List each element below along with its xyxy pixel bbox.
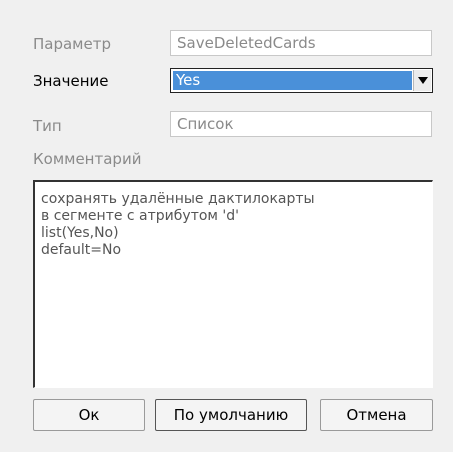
comment-label: Комментарий: [33, 150, 142, 168]
value-select-current[interactable]: Yes: [173, 71, 412, 90]
ok-button[interactable]: Ок: [33, 399, 145, 431]
comment-line: list(Yes,No): [41, 225, 119, 241]
value-select[interactable]: Yes: [170, 68, 433, 93]
type-label: Тип: [33, 117, 62, 135]
value-label: Значение: [33, 72, 109, 90]
parameter-label: Параметр: [33, 35, 111, 53]
comment-line: default=No: [41, 242, 122, 258]
default-button[interactable]: По умолчанию: [155, 399, 307, 431]
parameter-dialog: Параметр SaveDeletedCards Значение Yes Т…: [0, 0, 453, 452]
comment-line: в сегменте с атрибутом 'd': [41, 208, 240, 224]
comment-line: сохранять удалённые дактилокарты: [41, 191, 315, 207]
parameter-field: SaveDeletedCards: [170, 30, 432, 56]
chevron-down-icon[interactable]: [413, 70, 431, 91]
type-field: Список: [170, 111, 432, 137]
cancel-button[interactable]: Отмена: [320, 399, 433, 431]
comment-textarea[interactable]: сохранять удалённые дактилокарты в сегме…: [33, 180, 433, 388]
